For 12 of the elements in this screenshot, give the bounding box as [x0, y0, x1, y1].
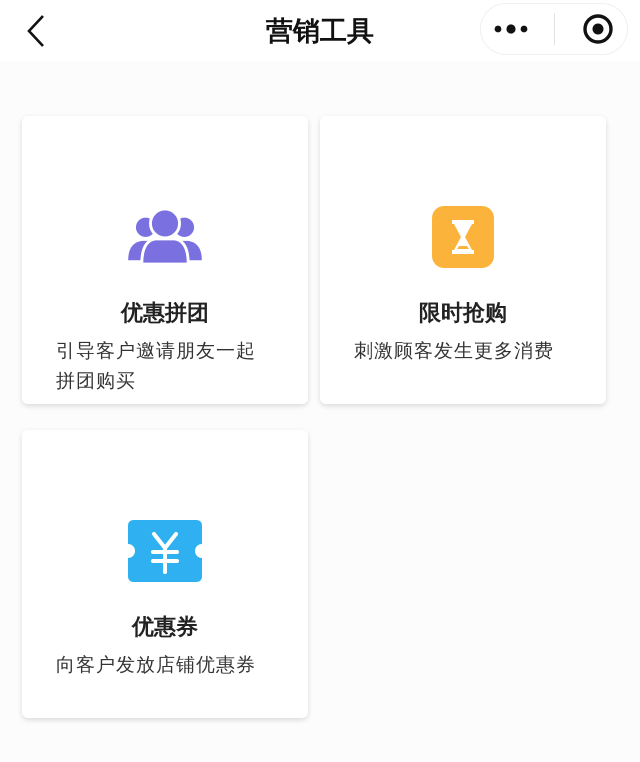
tool-card[interactable]: 限时抢购 刺激顾客发生更多消费 — [320, 116, 606, 404]
tool-title: 优惠券 — [132, 614, 198, 642]
tool-card[interactable]: 优惠拼团 引导客户邀请朋友一起拼团购买 — [22, 116, 308, 404]
tool-description: 引导客户邀请朋友一起拼团购买 — [56, 339, 257, 394]
tool-title: 优惠拼团 — [121, 300, 209, 328]
tool-title: 限时抢购 — [419, 300, 507, 328]
back-icon[interactable] — [26, 14, 46, 48]
page-title: 营销工具 — [266, 15, 374, 49]
tool-card[interactable]: 优惠券 向客户发放店铺优惠券 — [22, 430, 308, 718]
tool-description: 刺激顾客发生更多消费 — [354, 339, 555, 364]
tool-description: 向客户发放店铺优惠券 — [56, 653, 257, 678]
more-icon[interactable] — [494, 23, 528, 35]
